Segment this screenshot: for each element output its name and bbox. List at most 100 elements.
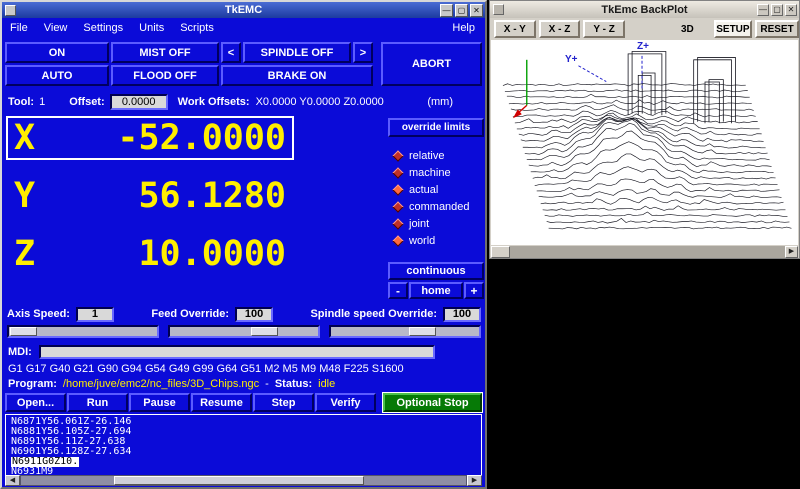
setup-button[interactable]: SETUP <box>714 20 752 38</box>
radio-indicator-icon <box>392 235 403 246</box>
mdi-input[interactable] <box>39 345 435 359</box>
mdi-label: MDI: <box>8 346 32 358</box>
menu-units[interactable]: Units <box>131 20 172 36</box>
axis-y-readout[interactable]: Y 56.1280 <box>6 174 294 218</box>
axis-z-readout[interactable]: Z 10.0000 <box>6 232 294 276</box>
menu-file[interactable]: File <box>2 20 36 36</box>
window-menu-icon[interactable] <box>5 5 16 16</box>
scrollbar-trough[interactable] <box>20 475 467 486</box>
backplot-titlebar[interactable]: TkEmc BackPlot — ▢ ✕ <box>490 1 799 18</box>
speed-sliders-row <box>7 325 481 339</box>
feed-override-value[interactable]: 100 <box>235 307 273 322</box>
axis-y-value: 56.1280 <box>138 176 286 216</box>
y-axis-label: Y+ <box>565 54 578 65</box>
spindle-decrease-button[interactable]: < <box>221 42 241 63</box>
verify-button[interactable]: Verify <box>315 393 376 412</box>
tool-status-bar: Tool: 1 Offset: 0.0000 Work Offsets: X0.… <box>8 94 481 110</box>
gcode-listing[interactable]: N6871Y56.061Z-26.146 N6881Y56.105Z-27.69… <box>5 414 482 477</box>
listing-horizontal-scrollbar[interactable]: ◀ ▶ <box>5 475 482 486</box>
slider-handle[interactable] <box>251 327 278 336</box>
radio-indicator-icon <box>392 201 403 212</box>
radio-actual[interactable]: actual <box>394 181 484 198</box>
position-options-panel: override limits relative machine actual … <box>388 118 484 299</box>
radio-relative[interactable]: relative <box>394 147 484 164</box>
program-dash: - <box>265 378 269 390</box>
axis-x-letter: X <box>14 118 35 158</box>
axis-x-readout[interactable]: X -52.0000 <box>6 116 294 160</box>
tkemc-window-title: TkEMC <box>2 4 485 16</box>
axis-z-letter: Z <box>14 234 35 274</box>
z-axis-label: Z+ <box>637 41 649 52</box>
close-button[interactable]: ✕ <box>785 4 797 16</box>
maximize-button[interactable]: ▢ <box>455 4 468 17</box>
optional-stop-button[interactable]: Optional Stop <box>383 393 482 412</box>
pause-button[interactable]: Pause <box>129 393 190 412</box>
jog-mode-button[interactable]: continuous <box>388 262 484 280</box>
coordinate-display: X -52.0000 Y 56.1280 Z 10.0000 <box>6 116 294 290</box>
minimize-button[interactable]: — <box>440 4 453 17</box>
active-gcodes-line: G1 G17 G40 G21 G90 G94 G54 G49 G99 G64 G… <box>8 363 481 375</box>
status-label: Status: <box>275 378 312 390</box>
reset-button[interactable]: RESET <box>755 20 799 38</box>
slider-handle[interactable] <box>409 327 436 336</box>
jog-minus-button[interactable]: - <box>388 282 408 299</box>
menubar: File View Settings Units Scripts Help <box>2 18 485 38</box>
maximize-button[interactable]: ▢ <box>771 4 783 16</box>
minimize-button[interactable]: — <box>757 4 769 16</box>
scrollbar-handle[interactable] <box>491 246 510 258</box>
axis-speed-slider[interactable] <box>7 325 159 338</box>
scroll-right-icon[interactable]: ▶ <box>785 246 798 258</box>
flood-button[interactable]: FLOOD OFF <box>111 65 219 86</box>
radio-joint[interactable]: joint <box>394 215 484 232</box>
override-limits-button[interactable]: override limits <box>388 118 484 137</box>
scroll-right-icon[interactable]: ▶ <box>467 475 482 486</box>
menu-scripts[interactable]: Scripts <box>172 20 222 36</box>
run-button[interactable]: Run <box>67 393 128 412</box>
spindle-override-value[interactable]: 100 <box>443 307 481 322</box>
toolpath-wireframe <box>491 40 798 245</box>
tab-xz[interactable]: X - Z <box>539 20 581 38</box>
radio-indicator-icon <box>392 184 403 195</box>
mist-button[interactable]: MIST OFF <box>111 42 219 63</box>
jog-controls: - home + <box>388 282 484 299</box>
program-path: /home/juve/emc2/nc_files/3D_Chips.ngc <box>63 378 259 390</box>
scroll-left-icon[interactable]: ◀ <box>5 475 20 486</box>
abort-button[interactable]: ABORT <box>381 42 482 86</box>
slider-handle[interactable] <box>10 327 37 336</box>
spindle-override-slider[interactable] <box>329 325 481 338</box>
menu-view[interactable]: View <box>36 20 76 36</box>
radio-machine[interactable]: machine <box>394 164 484 181</box>
tab-yz[interactable]: Y - Z <box>583 20 625 38</box>
window-menu-icon[interactable] <box>493 4 504 15</box>
tab-3d[interactable]: 3D <box>676 20 699 38</box>
feed-override-slider[interactable] <box>168 325 320 338</box>
program-controls: Open... Run Pause Resume Step Verify Opt… <box>5 393 482 412</box>
power-button[interactable]: ON <box>5 42 109 63</box>
spindle-increase-button[interactable]: > <box>353 42 373 63</box>
backplot-horizontal-scrollbar[interactable]: ▶ <box>491 246 798 258</box>
home-button[interactable]: home <box>409 282 463 299</box>
step-button[interactable]: Step <box>253 393 314 412</box>
open-button[interactable]: Open... <box>5 393 66 412</box>
radio-indicator-icon <box>392 150 403 161</box>
tkemc-titlebar[interactable]: TkEMC — ▢ ✕ <box>2 2 485 18</box>
menu-help[interactable]: Help <box>442 20 485 36</box>
scrollbar-handle[interactable] <box>114 476 363 485</box>
axis-speed-label: Axis Speed: <box>7 308 70 320</box>
backplot-view-tabs: X - Y X - Z Y - Z 3D SETUP RESET <box>490 18 799 40</box>
tab-xy[interactable]: X - Y <box>494 20 536 38</box>
brake-button[interactable]: BRAKE ON <box>221 65 373 86</box>
close-button[interactable]: ✕ <box>470 4 483 17</box>
mode-button[interactable]: AUTO <box>5 65 109 86</box>
offset-label: Offset: <box>69 96 104 108</box>
jog-plus-button[interactable]: + <box>464 282 484 299</box>
radio-commanded[interactable]: commanded <box>394 198 484 215</box>
axis-speed-value[interactable]: 1 <box>76 307 114 322</box>
radio-indicator-icon <box>392 218 403 229</box>
units-label: (mm) <box>427 96 453 108</box>
spindle-button[interactable]: SPINDLE OFF <box>243 42 351 63</box>
radio-world[interactable]: world <box>394 232 484 249</box>
menu-settings[interactable]: Settings <box>75 20 131 36</box>
resume-button[interactable]: Resume <box>191 393 252 412</box>
offset-entry[interactable]: 0.0000 <box>110 94 168 110</box>
